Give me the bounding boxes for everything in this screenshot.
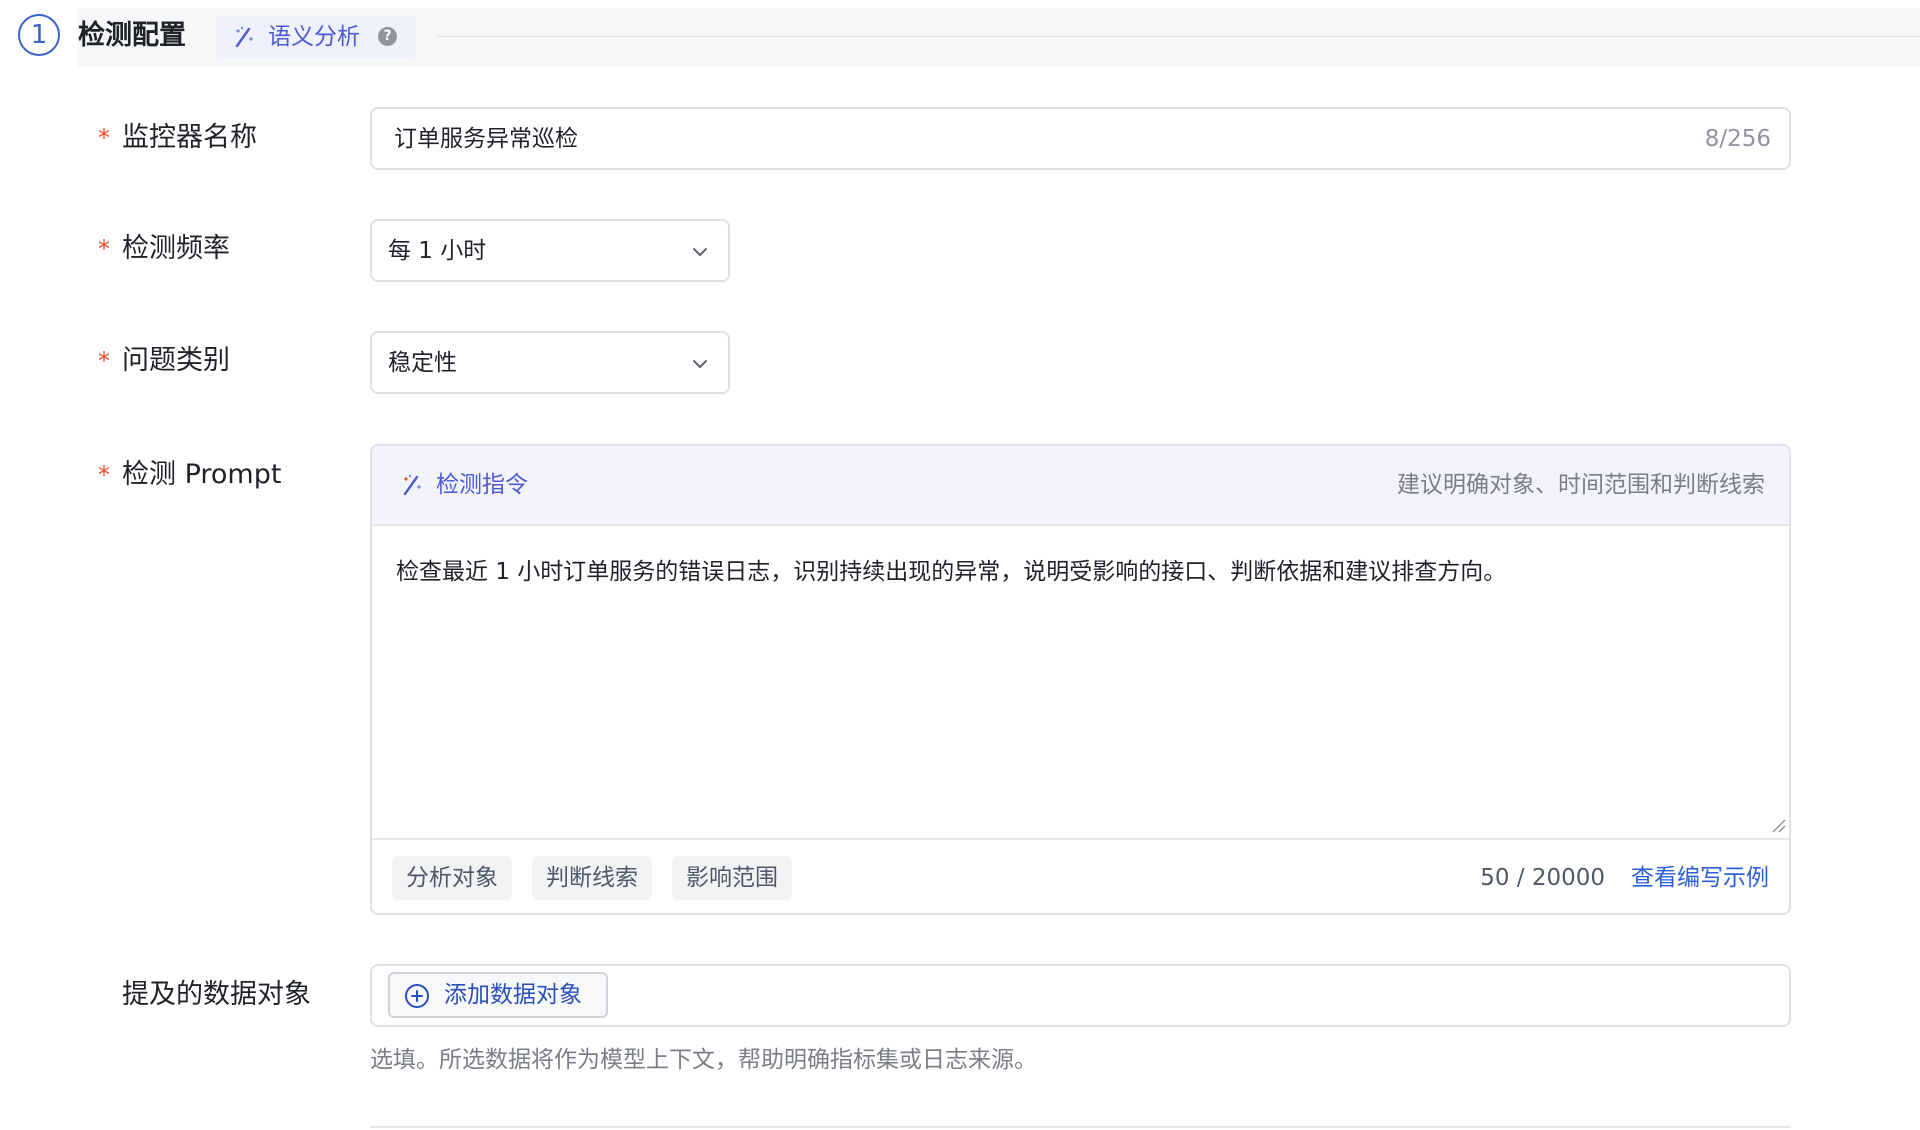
required-mark: * [98, 347, 110, 375]
frequency-select[interactable]: 每 1 小时 [370, 219, 730, 282]
prompt-editor-footer: 分析对象 判断线索 影响范围 50 / 20000 查看编写示例 [372, 838, 1789, 913]
semantic-analysis-chip[interactable]: 语义分析 ? [216, 16, 416, 58]
category-label-text: 问题类别 [122, 345, 230, 376]
category-value: 稳定性 [388, 350, 457, 376]
resize-grip-icon[interactable] [1769, 816, 1787, 834]
section-title: 检测配置 [78, 20, 186, 51]
prompt-label-text: 检测 Prompt [122, 459, 282, 490]
monitor-name-input[interactable]: 订单服务异常巡检 8/256 [370, 107, 1791, 170]
plus-circle-icon [405, 984, 429, 1008]
required-mark: * [98, 461, 110, 489]
header-divider [437, 36, 1920, 37]
monitor-name-label: * 监控器名称 [98, 118, 257, 158]
help-circle-icon[interactable]: ? [378, 27, 397, 46]
required-mark: * [98, 235, 110, 263]
monitor-name-label-text: 监控器名称 [122, 122, 257, 153]
magic-wand-icon [235, 26, 253, 48]
data-objects-label: 提及的数据对象 [122, 979, 311, 1010]
chevron-down-icon [693, 248, 707, 256]
frequency-value: 每 1 小时 [388, 238, 487, 264]
data-objects-field: 添加数据对象 [370, 964, 1791, 1027]
section-header: 1 检测配置 语义分析 ? [0, 0, 1920, 75]
next-field-edge [370, 1126, 1791, 1128]
required-mark: * [98, 124, 110, 152]
prompt-textarea[interactable]: 检查最近 1 小时订单服务的错误日志，识别持续出现的异常，说明受影响的接口、判断… [396, 554, 1506, 590]
category-label: * 问题类别 [98, 341, 230, 381]
semantic-analysis-label: 语义分析 [268, 24, 360, 50]
step-number-badge: 1 [18, 14, 60, 56]
category-select[interactable]: 稳定性 [370, 331, 730, 394]
prompt-editor: 检测指令 建议明确对象、时间范围和判断线索 检查最近 1 小时订单服务的错误日志… [370, 444, 1791, 915]
prompt-tag-impact-scope[interactable]: 影响范围 [672, 856, 792, 900]
frequency-label: * 检测频率 [98, 229, 230, 269]
frequency-label-text: 检测频率 [122, 233, 230, 264]
add-data-object-label: 添加数据对象 [444, 982, 582, 1008]
monitor-name-value: 订单服务异常巡检 [394, 126, 578, 152]
prompt-header-title: 检测指令 [436, 472, 528, 498]
chevron-down-icon [693, 360, 707, 368]
data-objects-helper-text: 选填。所选数据将作为模型上下文，帮助明确指标集或日志来源。 [370, 1047, 1037, 1073]
view-examples-link[interactable]: 查看编写示例 [1631, 861, 1769, 895]
prompt-tag-analysis-object[interactable]: 分析对象 [392, 856, 512, 900]
prompt-editor-header: 检测指令 建议明确对象、时间范围和判断线索 [372, 446, 1789, 526]
prompt-char-counter: 50 / 20000 [1480, 865, 1605, 891]
monitor-name-counter: 8/256 [1704, 126, 1771, 152]
add-data-object-button[interactable]: 添加数据对象 [388, 972, 608, 1018]
prompt-label: * 检测 Prompt [98, 455, 281, 495]
prompt-tag-judgment-clue[interactable]: 判断线索 [532, 856, 652, 900]
magic-wand-icon [403, 474, 421, 496]
prompt-header-hint: 建议明确对象、时间范围和判断线索 [1397, 472, 1765, 498]
